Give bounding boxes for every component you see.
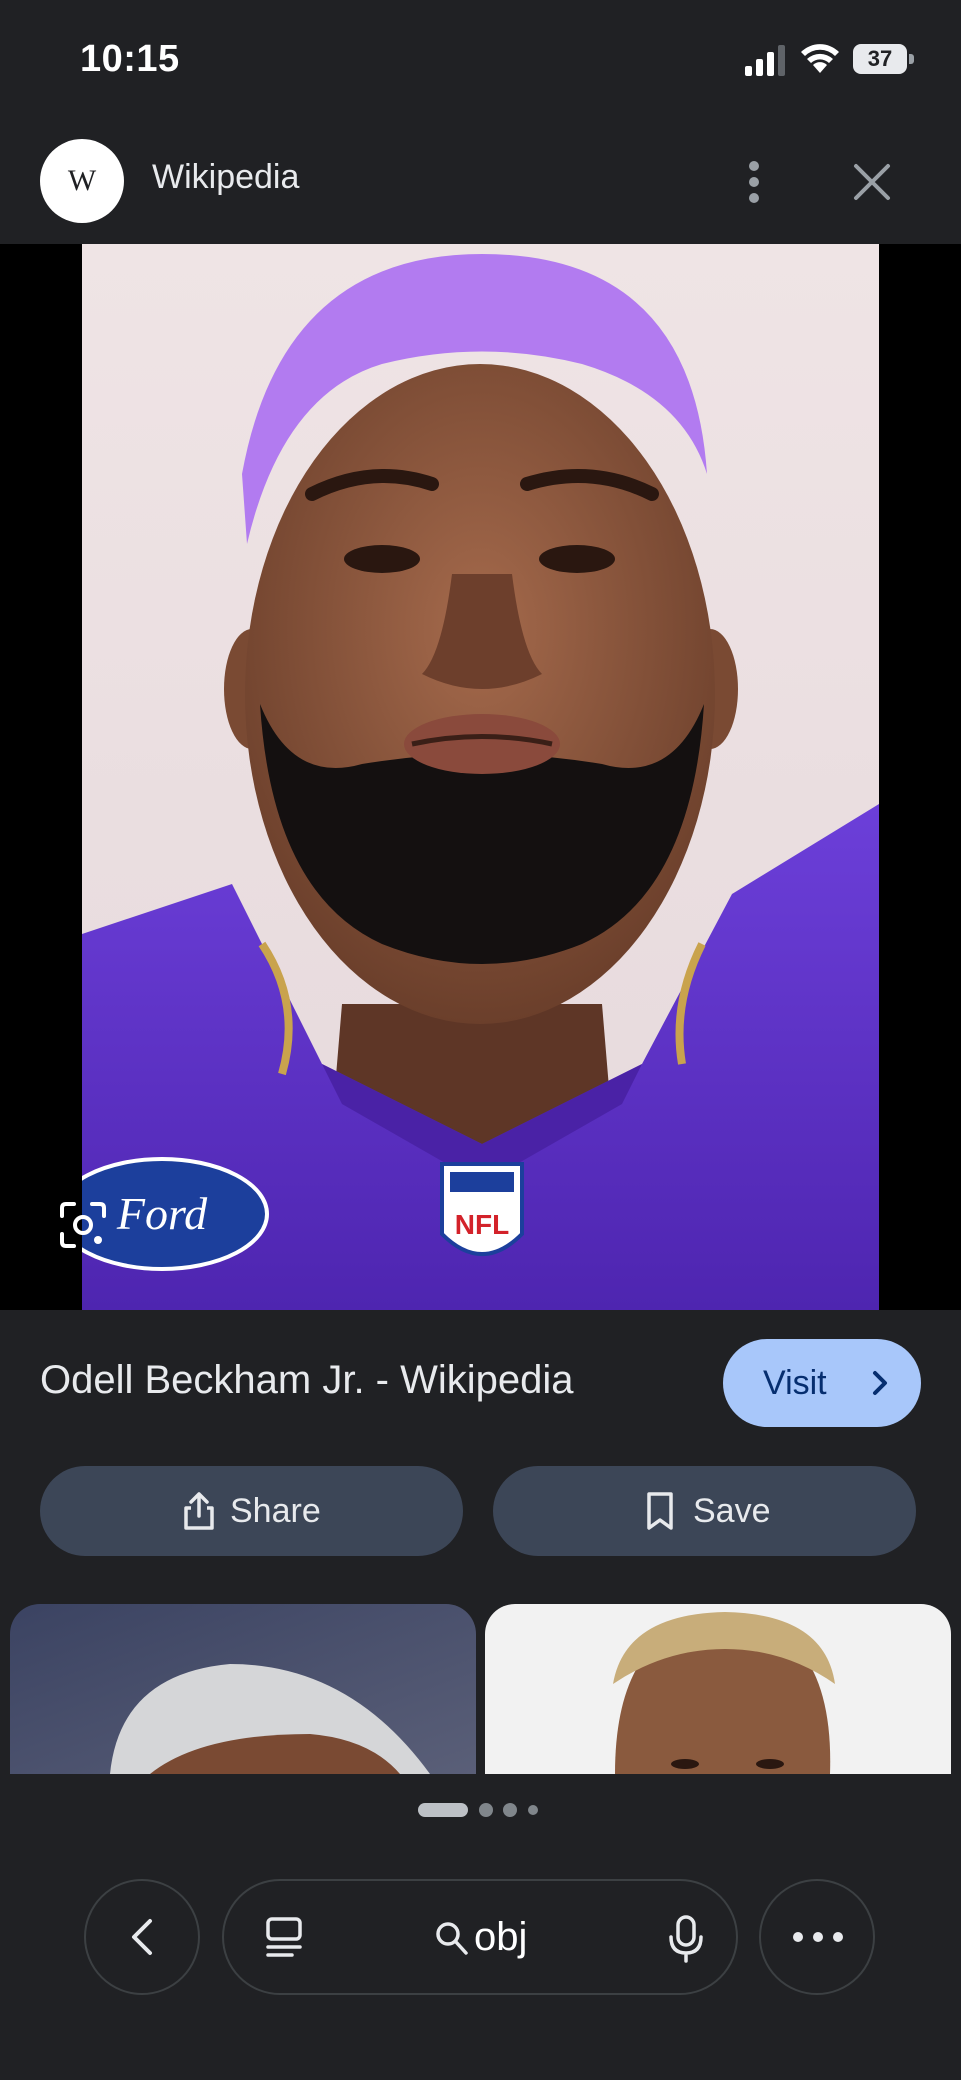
site-name[interactable]: Wikipedia — [152, 158, 299, 197]
more-horizontal-icon — [793, 1932, 843, 1942]
related-image-1[interactable] — [10, 1604, 476, 1774]
site-logo-letter: W — [67, 164, 97, 197]
related-images — [0, 1604, 961, 1774]
related-image-2[interactable] — [485, 1604, 951, 1774]
more-options-button[interactable] — [759, 1879, 875, 1995]
chevron-right-icon — [873, 1371, 887, 1395]
status-bar: 10:15 37 — [0, 0, 961, 120]
share-button[interactable]: Share — [40, 1466, 463, 1556]
mic-icon[interactable] — [666, 1913, 706, 1965]
back-button[interactable] — [84, 1879, 200, 1995]
page-dots — [418, 1803, 538, 1817]
page-dot — [503, 1803, 517, 1817]
jersey-sponsor-text: Ford — [116, 1188, 208, 1239]
result-photo: Ford NFL — [82, 244, 879, 1310]
page-dot — [528, 1805, 538, 1815]
status-time: 10:15 — [80, 38, 180, 80]
save-button[interactable]: Save — [493, 1466, 916, 1556]
search-bar[interactable]: obj — [222, 1879, 738, 1995]
viewer-header: W Wikipedia — [0, 120, 961, 244]
result-title-row: Odell Beckham Jr. - Wikipedia Visit — [0, 1310, 961, 1450]
action-row: Share Save — [0, 1466, 961, 1556]
page-dot-active — [418, 1803, 468, 1817]
signal-icon — [745, 45, 785, 76]
close-icon[interactable] — [846, 156, 898, 208]
back-icon — [132, 1919, 152, 1955]
bookmark-icon — [647, 1492, 673, 1530]
related-photo-2 — [485, 1604, 951, 1774]
share-icon — [184, 1492, 214, 1530]
image-viewer[interactable]: Ford NFL — [0, 244, 961, 1310]
visit-label: Visit — [763, 1364, 827, 1402]
result-title[interactable]: Odell Beckham Jr. - Wikipedia — [40, 1358, 574, 1403]
page-indicator — [0, 1774, 961, 1854]
jersey-badge-text: NFL — [455, 1209, 509, 1240]
wifi-icon — [801, 44, 839, 73]
battery-level: 37 — [867, 46, 893, 71]
site-logo[interactable]: W — [40, 139, 124, 223]
save-label: Save — [693, 1492, 771, 1530]
tabs-icon[interactable] — [262, 1915, 306, 1961]
related-photo-1 — [10, 1604, 476, 1774]
share-label: Share — [230, 1492, 321, 1530]
page-dot — [479, 1803, 493, 1817]
more-vertical-icon[interactable] — [733, 156, 775, 208]
visit-button[interactable]: Visit — [723, 1339, 921, 1427]
battery-icon: 37 — [853, 44, 915, 76]
search-icon — [436, 1922, 468, 1955]
search-query: obj — [474, 1915, 528, 1959]
bottom-toolbar: obj — [0, 1854, 961, 2080]
lens-icon[interactable] — [58, 1200, 108, 1250]
